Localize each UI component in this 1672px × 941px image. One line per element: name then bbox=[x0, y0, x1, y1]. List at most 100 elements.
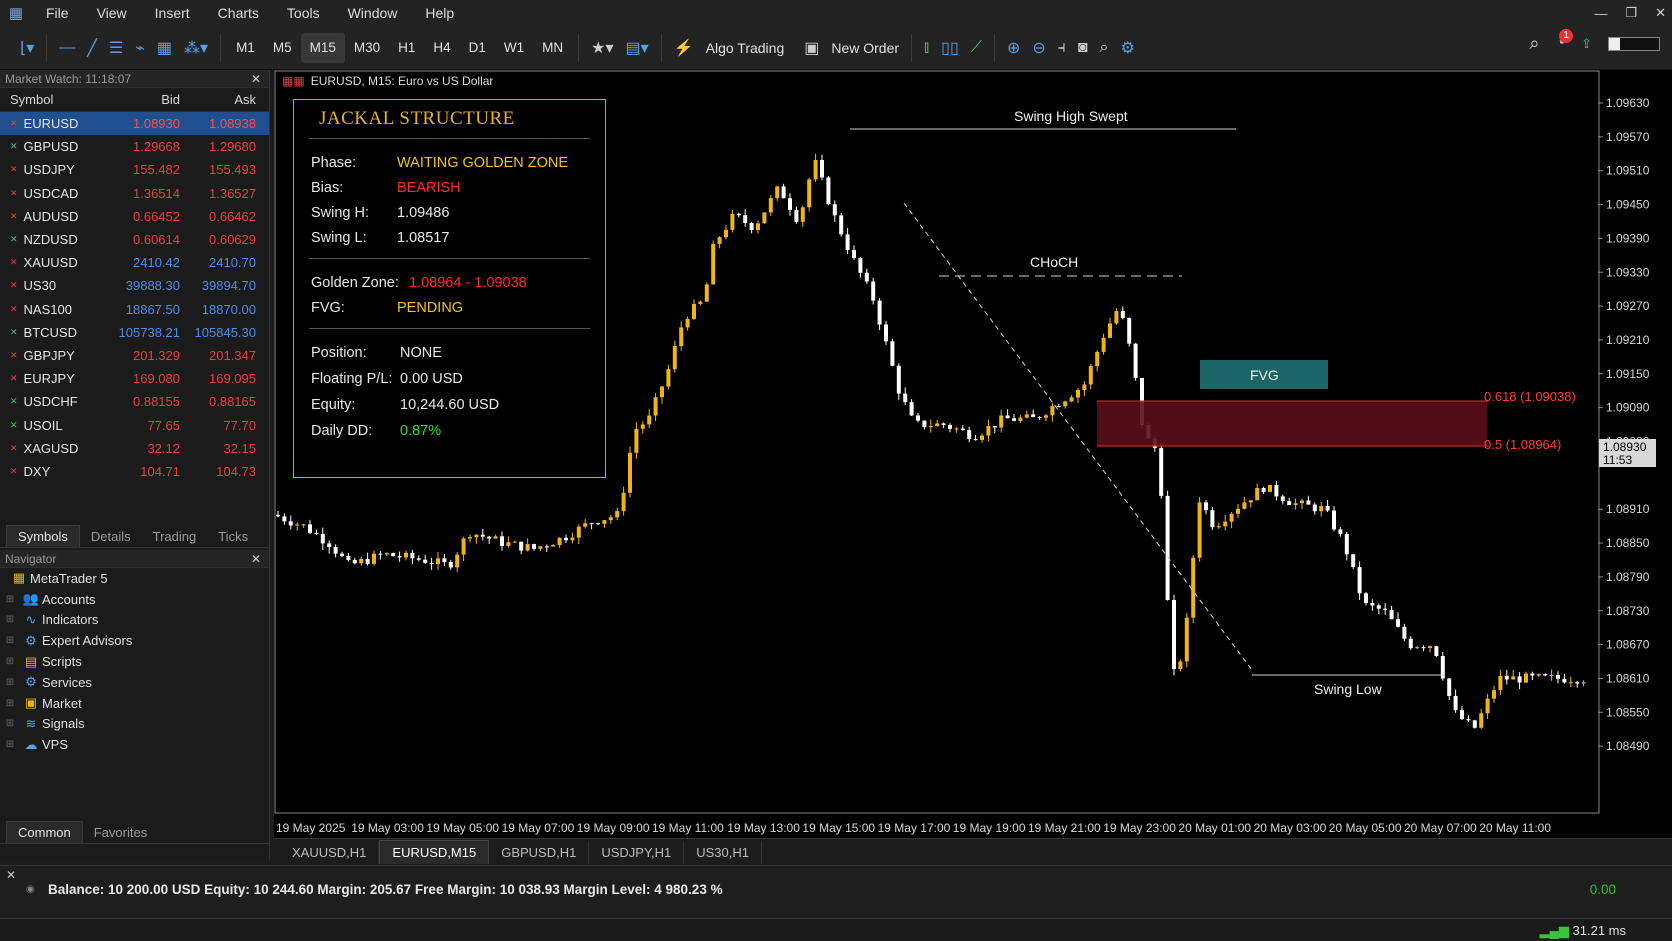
settings-gear-icon[interactable]: ⚙ bbox=[1114, 33, 1140, 63]
close-icon[interactable]: ✕ bbox=[1655, 5, 1666, 21]
market-watch-row[interactable]: ✕ USOIL 77.65 77.70 bbox=[0, 413, 269, 436]
candle-body bbox=[794, 210, 799, 222]
tab-ticks[interactable]: Ticks bbox=[207, 526, 259, 547]
market-watch-row[interactable]: ✕ GBPUSD 1.29668 1.29680 bbox=[0, 135, 269, 158]
timeframe-m15[interactable]: M15 bbox=[300, 32, 345, 63]
timeframe-h1[interactable]: H1 bbox=[389, 33, 424, 63]
chart-tab-usdjpy-h1[interactable]: USDJPY,H1 bbox=[589, 840, 685, 864]
timeframe-m5[interactable]: M5 bbox=[264, 33, 301, 63]
new-order-button[interactable]: New Order bbox=[831, 40, 899, 56]
menu-file[interactable]: File bbox=[32, 5, 83, 21]
market-watch-row[interactable]: ✕ NZDUSD 0.60614 0.60629 bbox=[0, 228, 269, 251]
timeframe-mn[interactable]: MN bbox=[533, 33, 572, 63]
navigator-item-services[interactable]: ⊞ ⚙ Services bbox=[0, 672, 269, 693]
tab-trading[interactable]: Trading bbox=[142, 526, 208, 547]
cursor-tool-icon[interactable]: ⌊▾ bbox=[14, 33, 40, 63]
chart-grid-icon[interactable]: ▤▾ bbox=[620, 33, 655, 63]
expand-icon[interactable]: ⊞ bbox=[0, 677, 20, 688]
navigator-item-accounts[interactable]: ⊞ 👥 Accounts bbox=[0, 589, 269, 610]
chart-tab-us30-h1[interactable]: US30,H1 bbox=[684, 840, 762, 864]
restore-icon[interactable]: ❐ bbox=[1625, 5, 1637, 21]
market-watch-row[interactable]: ✕ EURUSD 1.08930 1.08938 bbox=[0, 112, 269, 136]
navigator-item-indicators[interactable]: ⊞ ∿ Indicators bbox=[0, 610, 269, 631]
menu-tools[interactable]: Tools bbox=[273, 5, 334, 21]
menu-window[interactable]: Window bbox=[334, 5, 412, 21]
market-watch-close-icon[interactable]: ✕ bbox=[251, 72, 261, 86]
menu-help[interactable]: Help bbox=[411, 5, 468, 21]
market-watch-row[interactable]: ✕ GBPJPY 201.329 201.347 bbox=[0, 344, 269, 367]
symbol-name: XAUUSD bbox=[23, 255, 78, 271]
timeframe-m30[interactable]: M30 bbox=[345, 33, 389, 63]
channel-icon[interactable]: ☰ bbox=[103, 33, 129, 63]
market-watch-row[interactable]: ✕ EURJPY 169.080 169.095 bbox=[0, 367, 269, 390]
objects-icon[interactable]: ⁂▾ bbox=[178, 33, 214, 63]
new-order-icon[interactable]: ▣ bbox=[798, 33, 825, 63]
expand-icon[interactable]: ⊞ bbox=[0, 718, 20, 729]
market-watch-row[interactable]: ✕ XAGUSD 32.12 32.15 bbox=[0, 437, 269, 460]
bar-chart-icon[interactable]: ⫾ bbox=[918, 33, 935, 63]
zoom-in-icon[interactable]: ⊕ bbox=[1001, 33, 1026, 63]
shapes-icon[interactable]: ▦ bbox=[151, 33, 178, 63]
horizontal-line-icon[interactable]: ― bbox=[53, 33, 81, 63]
timeframe-w1[interactable]: W1 bbox=[495, 33, 533, 63]
navigator-item-expert-advisors[interactable]: ⊞ ⚙ Expert Advisors bbox=[0, 630, 269, 651]
tab-symbols[interactable]: Symbols bbox=[6, 525, 80, 547]
market-watch-row[interactable]: ✕ NAS100 18867.50 18870.00 bbox=[0, 298, 269, 321]
menu-insert[interactable]: Insert bbox=[141, 5, 204, 21]
market-watch-row[interactable]: ✕ XAUUSD 2410.42 2410.70 bbox=[0, 251, 269, 274]
expand-icon[interactable]: ⊞ bbox=[0, 656, 20, 667]
tab-details[interactable]: Details bbox=[80, 526, 142, 547]
algo-trading-button[interactable]: Algo Trading bbox=[706, 40, 785, 56]
timeframe-d1[interactable]: D1 bbox=[460, 33, 495, 63]
search-icon[interactable]: ⌕ bbox=[1529, 33, 1539, 54]
navigator-root[interactable]: ▦ MetaTrader 5 bbox=[0, 568, 269, 589]
expand-icon[interactable]: ⊞ bbox=[0, 614, 20, 625]
chart-tab-xauusd-h1[interactable]: XAUUSD,H1 bbox=[280, 840, 380, 864]
minimize-icon[interactable]: — bbox=[1594, 6, 1607, 21]
zoom-out-icon[interactable]: ⊖ bbox=[1026, 33, 1051, 63]
expand-icon[interactable]: ⊞ bbox=[0, 739, 20, 750]
app-logo-icon[interactable]: ▦ bbox=[0, 0, 32, 26]
expand-icon[interactable]: ⊞ bbox=[0, 594, 20, 605]
notifications-icon[interactable]: ◔ 1 bbox=[1555, 28, 1574, 53]
col-ask[interactable]: Ask bbox=[186, 92, 262, 107]
market-watch-row[interactable]: ✕ USDJPY 155.482 155.493 bbox=[0, 158, 269, 181]
market-watch-row[interactable]: ✕ US30 39888.30 39894.70 bbox=[0, 274, 269, 297]
fibonacci-icon[interactable]: ⌁ bbox=[129, 33, 151, 63]
screenshot-icon[interactable]: ◙ bbox=[1072, 33, 1094, 63]
market-watch-row[interactable]: ✕ USDCHF 0.88155 0.88165 bbox=[0, 390, 269, 413]
market-watch-row[interactable]: ✕ DXY 104.71 104.73 bbox=[0, 460, 269, 483]
trendline-icon[interactable]: ╱ bbox=[81, 33, 103, 63]
candles-icon[interactable]: ▯▯ bbox=[935, 33, 965, 63]
chart-tab-eurusd-m15[interactable]: EURUSD,M15 bbox=[379, 840, 490, 864]
menu-charts[interactable]: Charts bbox=[204, 5, 273, 21]
volume-bar[interactable] bbox=[1608, 36, 1660, 51]
col-symbol[interactable]: Symbol bbox=[0, 92, 104, 107]
timeframe-m1[interactable]: M1 bbox=[227, 33, 264, 63]
navigator-item-signals[interactable]: ⊞ ≋ Signals bbox=[0, 714, 269, 735]
col-bid[interactable]: Bid bbox=[104, 92, 186, 107]
tab-favorites[interactable]: Favorites bbox=[83, 822, 158, 843]
line-chart-icon[interactable]: ⟋ bbox=[965, 33, 988, 63]
candle-body bbox=[474, 534, 479, 538]
toolbox-close-icon[interactable]: ✕ bbox=[6, 868, 16, 882]
signal-strength-icon[interactable]: ⇪ bbox=[1581, 36, 1592, 52]
navigator-item-vps[interactable]: ⊞ ☁ VPS bbox=[0, 734, 269, 755]
favorites-star-icon[interactable]: ★▾ bbox=[585, 33, 619, 63]
expand-icon[interactable]: ⊞ bbox=[0, 698, 20, 709]
menu-view[interactable]: View bbox=[83, 5, 141, 21]
algo-trading-icon[interactable]: ⚡ bbox=[668, 33, 700, 63]
tab-common[interactable]: Common bbox=[6, 821, 83, 843]
search-chart-icon[interactable]: ⌕ bbox=[1093, 33, 1114, 63]
market-watch-row[interactable]: ✕ USDCAD 1.36514 1.36527 bbox=[0, 182, 269, 205]
market-watch-row[interactable]: ✕ BTCUSD 105738.21 105845.30 bbox=[0, 321, 269, 344]
market-watch-row[interactable]: ✕ AUDUSD 0.66452 0.66462 bbox=[0, 205, 269, 228]
time-label: 19 May 03:00 bbox=[351, 821, 424, 835]
autoscroll-icon[interactable]: ⫞ bbox=[1052, 33, 1072, 63]
chart-tab-gbpusd-h1[interactable]: GBPUSD,H1 bbox=[489, 840, 590, 864]
expand-icon[interactable]: ⊞ bbox=[0, 635, 20, 646]
navigator-item-market[interactable]: ⊞ ▣ Market bbox=[0, 693, 269, 714]
navigator-close-icon[interactable]: ✕ bbox=[251, 552, 261, 566]
navigator-item-scripts[interactable]: ⊞ ▤ Scripts bbox=[0, 651, 269, 672]
timeframe-h4[interactable]: H4 bbox=[424, 33, 459, 63]
